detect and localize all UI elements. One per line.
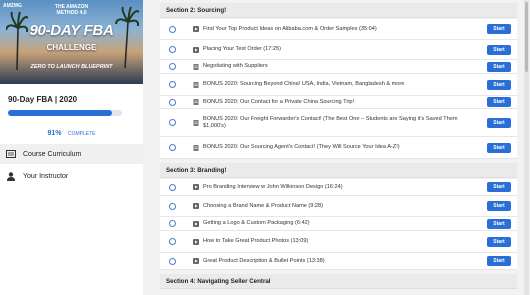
video-icon [193,203,199,209]
nav-label: Course Curriculum [23,150,82,158]
video-icon [193,46,199,53]
document-icon [193,81,199,88]
start-button[interactable]: Start [487,218,511,229]
completion-circle-icon [169,257,176,265]
completion-circle-icon [169,46,176,53]
start-button[interactable]: Start [487,79,511,90]
start-button[interactable]: Start [487,182,511,192]
completion-circle-icon [169,25,176,33]
document-icon [193,63,199,70]
lecture-title: Getting a Logo & Custom Packaging (6:42) [203,220,310,226]
start-button[interactable]: Start [487,97,511,107]
completion-circle-icon [169,63,176,70]
lecture-row[interactable]: Find Your Top Product Ideas on Alibaba.c… [160,19,517,40]
lecture-title: BONUS 2020: Our Contact for a Private Ch… [203,98,355,105]
lecture-title: Negotiating with Suppliers [203,63,268,69]
start-button[interactable]: Start [487,24,511,34]
progress-bar [8,110,122,116]
app-root: AMZMG THE AMAZON METHOD 4.0 90-DAY FBA C… [0,0,530,295]
user-icon [6,171,16,181]
lecture-row[interactable]: BONUS 2020: Our Contact for a Private Ch… [160,96,517,109]
progress-complete-label: COMPLETE [67,131,96,137]
lecture-title: Choosing a Brand Name & Product Name (9:… [203,202,324,209]
start-button[interactable]: Start [487,142,511,153]
scrollbar-thumb[interactable] [525,2,528,72]
start-button[interactable]: Start [487,44,511,55]
progress-label: 91% COMPLETE [0,122,143,140]
lecture-title: Great Product Description & Bullet Point… [203,257,325,264]
lecture-title: How to Take Great Product Photos (13:09) [203,238,309,244]
lecture-title: BONUS 2020: Sourcing Beyond China! USA, … [203,81,405,87]
lecture-row[interactable]: BONUS 2020: Our Sourcing Agent's Contact… [160,137,517,159]
document-icon [193,144,199,151]
lecture-title: Placing Your Test Order (17:25) [203,46,281,52]
curriculum-icon [6,150,16,159]
nav-course-curriculum[interactable]: Course Curriculum [0,144,143,164]
start-button[interactable]: Start [487,117,511,128]
start-button[interactable]: Start [487,201,511,211]
lecture-title: BONUS 2020: Our Sourcing Agent's Contact… [203,144,400,150]
hero-challenge: CHALLENGE [46,43,97,52]
completion-circle-icon [169,202,176,210]
palm-tree-image [6,11,28,70]
lecture-title-line: $1,000's) [203,122,226,129]
sidebar: AMZMG THE AMAZON METHOD 4.0 90-DAY FBA C… [0,0,143,295]
completion-circle-icon [169,81,176,88]
lecture-row[interactable]: Placing Your Test Order (17:25) Start [160,40,517,60]
lecture-row[interactable]: How to Take Great Product Photos (13:09)… [160,231,517,253]
hero-title: 90-DAY FBA [29,22,114,39]
lecture-row[interactable]: Getting a Logo & Custom Packaging (6:42)… [160,217,517,231]
lecture-title: Find Your Top Product Ideas on Alibaba.c… [203,25,377,32]
section-header: Section 3: Branding! [160,163,517,178]
document-icon [193,119,199,126]
lecture-title-line: BONUS 2020: Our Freight Forwarder's Cont… [203,115,458,122]
completion-circle-icon [169,119,176,126]
completion-circle-icon [169,220,176,227]
video-icon [193,258,199,264]
lecture-title: BONUS 2020: Our Freight Forwarder's Cont… [203,116,483,130]
method-line-2: METHOD 4.0 [56,10,87,16]
hero-subtitle: ZERO TO LAUNCH BLUEPRINT [30,64,113,70]
completion-circle-icon [169,144,176,151]
course-hero-image: AMZMG THE AMAZON METHOD 4.0 90-DAY FBA C… [0,0,143,84]
completion-circle-icon [169,238,176,245]
lecture-row[interactable]: Choosing a Brand Name & Product Name (9:… [160,196,517,217]
lecture-row[interactable]: BONUS 2020: Sourcing Beyond China! USA, … [160,74,517,96]
scrollbar[interactable] [524,0,529,295]
lecture-row[interactable]: Pro Branding Interview w John Wilkinson … [160,179,517,196]
section-header: Section 4: Navigating Seller Central [160,274,517,289]
document-icon [193,99,199,105]
lecture-row[interactable]: Negotiating with Suppliers Start [160,60,517,74]
progress-percent: 91% [47,130,62,137]
video-icon [193,184,199,190]
lecture-title: Pro Branding Interview w John Wilkinson … [203,183,343,190]
video-icon [193,220,199,227]
completion-circle-icon [169,183,176,191]
nav-label: Your Instructor [23,172,69,180]
video-icon [193,26,199,32]
method-text: THE AMAZON METHOD 4.0 [0,4,143,16]
progress-bar-fill [8,110,112,116]
section-header: Section 2: Sourcing! [160,3,517,18]
nav-your-instructor[interactable]: Your Instructor [0,166,143,186]
start-button[interactable]: Start [487,236,511,247]
completion-circle-icon [169,98,176,106]
start-button[interactable]: Start [487,61,511,72]
start-button[interactable]: Start [487,256,511,266]
course-title: 90-Day FBA | 2020 [8,95,78,104]
curriculum-list: Section 2: Sourcing! Find Your Top Produ… [160,0,517,295]
video-icon [193,238,199,245]
lecture-row[interactable]: Great Product Description & Bullet Point… [160,253,517,270]
lecture-row[interactable]: BONUS 2020: Our Freight Forwarder's Cont… [160,109,517,137]
